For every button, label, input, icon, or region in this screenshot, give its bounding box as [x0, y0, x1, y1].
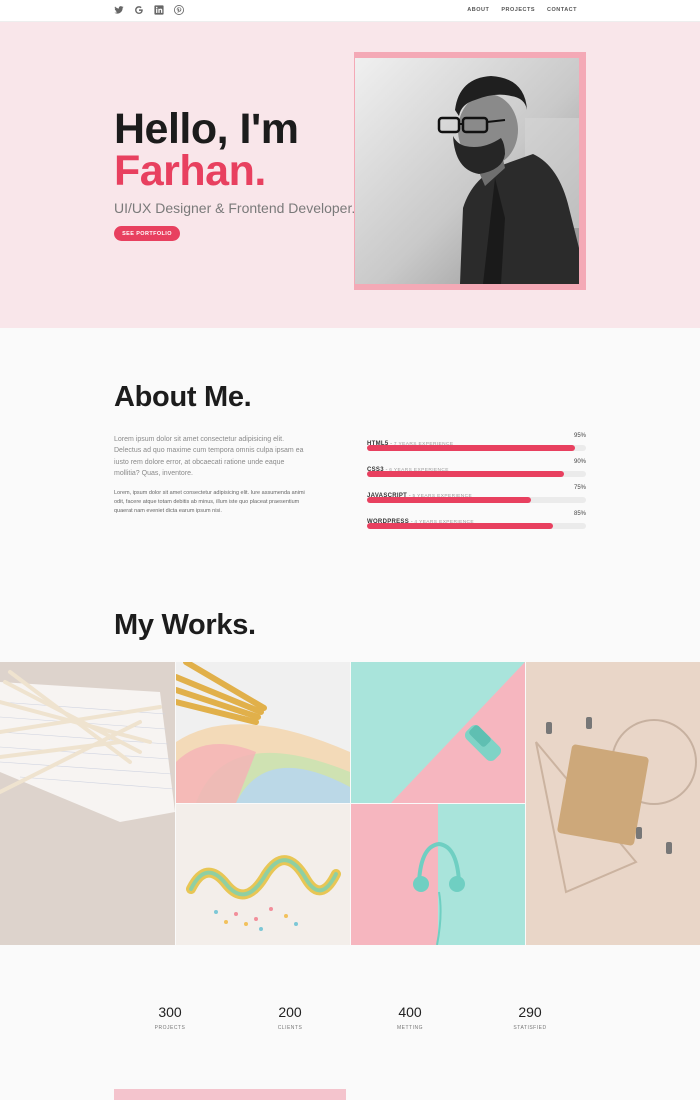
work-tile-pencils-on-paper[interactable]	[0, 662, 175, 945]
about-title: About Me.	[114, 381, 252, 413]
skill-progress-bar	[367, 523, 586, 529]
skill-item: JAVASCRIPT - 5 YEARS EXPERIENCE 75%	[367, 484, 586, 510]
work-tile-toy-car[interactable]	[351, 662, 525, 803]
skill-item: CSS3 - 6 YEARS EXPERIENCE 90%	[367, 458, 586, 484]
stat-projects: 300 PROJECTS	[130, 1004, 210, 1031]
profile-photo-frame	[354, 52, 586, 290]
about-intro-text: Lorem ipsum dolor sit amet consectetur a…	[114, 436, 304, 478]
skill-progress-bar	[367, 471, 586, 477]
stat-clients: 200 CLIENTS	[250, 1004, 330, 1031]
stat-label: METTING	[397, 1025, 423, 1031]
see-portfolio-button[interactable]: SEE PORTFOLIO	[114, 226, 180, 241]
next-section-image-frame	[114, 1089, 346, 1100]
skill-progress-fill	[367, 471, 565, 477]
stat-satisfied: 290 STATISFIED	[490, 1004, 570, 1031]
google-icon[interactable]	[134, 5, 144, 15]
work-tile-ribbon-confetti[interactable]	[176, 804, 350, 945]
stat-label: CLIENTS	[277, 1025, 303, 1031]
skill-progress-fill	[367, 445, 576, 451]
social-links	[114, 5, 184, 15]
stat-label: STATISFIED	[513, 1025, 547, 1031]
stat-value: 300	[158, 1004, 182, 1020]
pinterest-icon[interactable]	[174, 5, 184, 15]
skill-item: WORDPRESS - 4 YEARS EXPERIENCE 85%	[367, 510, 586, 536]
profile-photo	[355, 58, 579, 284]
stat-value: 200	[278, 1004, 302, 1020]
skill-item: HTML5 - 7 YEARS EXPERIENCE 95%	[367, 432, 586, 458]
hero-role: UI/UX Designer & Frontend Developer.	[114, 200, 356, 216]
skill-progress-fill	[367, 523, 554, 529]
skill-progress-fill	[367, 497, 532, 503]
menu-item-projects[interactable]: PROJECTS	[501, 7, 535, 13]
skill-progress-bar	[367, 445, 586, 451]
top-navbar: ABOUT PROJECTS CONTACT	[0, 0, 700, 22]
work-tile-rainbow-pencils[interactable]	[176, 662, 350, 803]
skill-progress-bar	[367, 497, 586, 503]
hero-greeting: Hello, I'm	[114, 105, 299, 153]
works-title: My Works.	[114, 609, 256, 641]
hero-name: Farhan.	[114, 147, 266, 195]
skill-percent: 85%	[573, 511, 586, 517]
about-detail-text: Lorem, ipsum dolor sit amet consectetur …	[114, 490, 305, 514]
skill-percent: 90%	[573, 459, 586, 465]
hero-section: Hello, I'm Farhan. UI/UX Designer & Fron…	[0, 22, 700, 328]
work-tile-headphones[interactable]	[351, 804, 525, 945]
main-menu: ABOUT PROJECTS CONTACT	[467, 7, 577, 13]
stat-value: 400	[398, 1004, 422, 1020]
twitter-icon[interactable]	[114, 5, 124, 15]
work-tile-notebook-stationery[interactable]	[526, 662, 700, 945]
menu-item-contact[interactable]: CONTACT	[547, 7, 577, 13]
menu-item-about[interactable]: ABOUT	[467, 7, 489, 13]
linkedin-icon[interactable]	[154, 5, 164, 15]
stat-value: 290	[518, 1004, 542, 1020]
skill-percent: 75%	[573, 485, 586, 491]
stat-metting: 400 METTING	[370, 1004, 450, 1031]
skill-percent: 95%	[573, 433, 586, 439]
stat-label: PROJECTS	[154, 1025, 186, 1031]
skills-list: HTML5 - 7 YEARS EXPERIENCE 95% CSS3 - 6 …	[367, 432, 586, 536]
